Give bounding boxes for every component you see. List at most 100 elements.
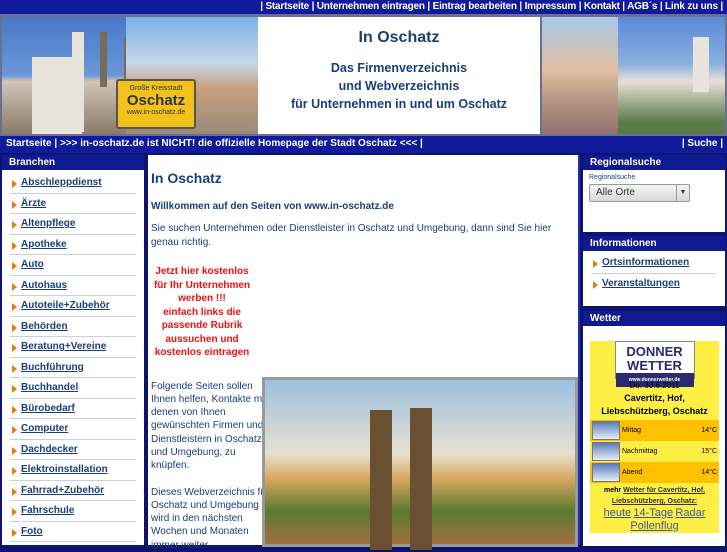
cloud-icon: [592, 421, 620, 440]
subtitle-line: für Unternehmen in und um Oschatz: [291, 97, 507, 111]
arrow-icon: [12, 364, 17, 373]
nav-eintrag-bearbeiten[interactable]: Eintrag bearbeiten: [433, 1, 517, 12]
nav-link-zu-uns[interactable]: Link zu uns: [665, 1, 718, 12]
weather-heading: Wetter: [583, 311, 725, 326]
category-item: Fahrschule: [10, 501, 136, 522]
category-list: Abschleppdienst Ärzte Altenpflege Apotheke A…: [2, 170, 144, 542]
promo-line: Jetzt hier kostenlos: [155, 266, 249, 277]
arrow-icon: [12, 200, 17, 209]
category-item: Autohaus: [10, 276, 136, 296]
category-link[interactable]: Ärzte: [21, 198, 46, 209]
arrow-icon: [12, 528, 17, 537]
promo-line: werben !!!: [178, 293, 226, 304]
weather-period: Mittag: [622, 427, 642, 434]
promo-line: passende Rubrik: [161, 320, 243, 331]
nav-kontakt[interactable]: Kontakt: [584, 1, 620, 12]
column-photo: [542, 17, 618, 134]
category-item: Foto: [10, 522, 136, 542]
header-banner: Große Kreisstadt Oschatz www.in-oschatz.de…: [0, 14, 727, 136]
promo-line: aussuchen und: [165, 333, 239, 345]
disclaimer-notice: >>> in-oschatz.de ist NICHT! die offizie…: [59, 138, 418, 149]
weather-location: Cavertitz, Hof, Liebschützberg, Oschatz: [601, 393, 708, 416]
weather-row: Mittag 14°C: [590, 420, 719, 441]
donnerwetter-logo[interactable]: DONNER WETTER www.donnerwetter.de: [614, 341, 695, 387]
dropdown-arrow-icon: ▼: [676, 185, 689, 201]
arrow-icon: [12, 508, 17, 516]
nav-startseite-2[interactable]: Startseite: [6, 138, 52, 149]
nav-impressum[interactable]: Impressum: [525, 1, 577, 12]
paragraph-1: Folgende Seiten sollen Ihnen helfen, Kon…: [151, 380, 268, 472]
arrow-icon: [12, 385, 17, 393]
category-item: Abschleppdienst: [10, 173, 136, 194]
category-link[interactable]: Beratung+Vereine: [21, 341, 106, 352]
arrow-icon: [12, 487, 17, 496]
paragraph-2: Dieses Webverzeichnis für Oschatz und Um…: [151, 486, 270, 551]
category-link[interactable]: Auto: [21, 259, 44, 270]
category-link[interactable]: Autoteile+Zubehör: [21, 300, 110, 311]
category-item: Autoteile+Zubehör: [10, 296, 136, 317]
weather-link-radar[interactable]: Radar: [675, 507, 705, 519]
category-link[interactable]: Abschleppdienst: [21, 177, 102, 188]
arrow-icon: [12, 241, 17, 250]
weather-link-pollenflug[interactable]: Pollenflug: [630, 520, 678, 532]
category-item: Ärzte: [10, 194, 136, 214]
branchen-sidebar: Branchen Abschleppdienst Ärzte Altenpflege…: [2, 155, 144, 545]
nav-suche[interactable]: Suche: [687, 138, 717, 149]
tower-photo: [618, 17, 725, 134]
nav-startseite[interactable]: Startseite: [265, 1, 309, 12]
weather-temp: 14°C: [701, 427, 717, 434]
category-link[interactable]: Autohaus: [21, 280, 67, 291]
category-link[interactable]: Buchhandel: [21, 382, 78, 393]
category-item: Computer: [10, 419, 136, 440]
weather-more-link[interactable]: Wetter für Cavertitz, Hof, Liebschützber…: [612, 487, 705, 505]
category-item: Dachdecker: [10, 440, 136, 460]
category-item: Behörden: [10, 317, 136, 337]
category-item: Altenpflege: [10, 214, 136, 235]
category-item: Auto: [10, 255, 136, 276]
category-link[interactable]: Foto: [21, 526, 43, 537]
nav-unternehmen-eintragen[interactable]: Unternehmen eintragen: [317, 1, 425, 12]
nav-agb[interactable]: AGB´s: [627, 1, 657, 12]
arrow-icon: [12, 323, 17, 332]
category-link[interactable]: Altenpflege: [21, 218, 75, 229]
weather-link-heute[interactable]: heute: [604, 507, 632, 519]
link-ortsinformationen[interactable]: Ortsinformationen: [602, 257, 689, 268]
weather-period: Nachmittag: [622, 448, 658, 455]
page-title: In Oschatz: [151, 170, 222, 186]
arrow-icon: [12, 221, 17, 229]
branchen-heading: Branchen: [2, 155, 144, 170]
main-content: In Oschatz Willkommen auf den Seiten von…: [148, 155, 580, 551]
region-select[interactable]: Alle Orte ▼: [589, 184, 690, 202]
category-link[interactable]: Dachdecker: [21, 444, 78, 455]
weather-link-14-tage[interactable]: 14-Tage: [633, 507, 673, 519]
category-link[interactable]: Apotheke: [21, 239, 67, 250]
category-link[interactable]: Fahrrad+Zubehör: [21, 485, 104, 496]
regional-search-box: Regionalsuche Regionalsuche Alle Orte ▼: [583, 155, 725, 232]
category-link[interactable]: Bürobedarf: [21, 403, 75, 414]
promo-line: kostenlos eintragen: [154, 347, 250, 358]
link-veranstaltungen[interactable]: Veranstaltungen: [602, 278, 680, 289]
weather-temp: 15°C: [701, 448, 717, 455]
category-link[interactable]: Behörden: [21, 321, 68, 332]
category-link[interactable]: Computer: [21, 423, 68, 434]
category-link[interactable]: Elektroinstallation: [21, 464, 108, 475]
church-photo: [262, 377, 578, 550]
promo-text: Jetzt hier kostenlos für Ihr Unternehmen w…: [148, 265, 256, 360]
welcome-heading: Willkommen auf den Seiten von www.in-osc…: [151, 201, 394, 212]
arrow-icon: [12, 344, 17, 352]
weather-date: Do. 30.6.2011: [629, 381, 680, 390]
category-item: Bürobedarf: [10, 399, 136, 419]
category-link[interactable]: Buchführung: [21, 362, 84, 373]
top-navigation: | Startseite | Unternehmen eintragen | E…: [0, 0, 727, 14]
regional-heading: Regionalsuche: [583, 155, 725, 170]
arrow-icon: [593, 260, 598, 268]
weather-widget: DONNER WETTER www.donnerwetter.de Do. 30.6…: [590, 341, 719, 533]
cloud-icon: [592, 463, 620, 482]
info-box: Informationen Ortsinformationen Veransta…: [583, 236, 725, 306]
town-sign: Große Kreisstadt Oschatz www.in-oschatz.de: [116, 79, 196, 129]
weather-temp: 14°C: [701, 469, 717, 476]
site-title: In Oschatz: [358, 29, 440, 46]
category-link[interactable]: Fahrschule: [21, 505, 74, 516]
weather-row: Abend 14°C: [590, 462, 719, 483]
arrow-icon: [12, 262, 17, 270]
